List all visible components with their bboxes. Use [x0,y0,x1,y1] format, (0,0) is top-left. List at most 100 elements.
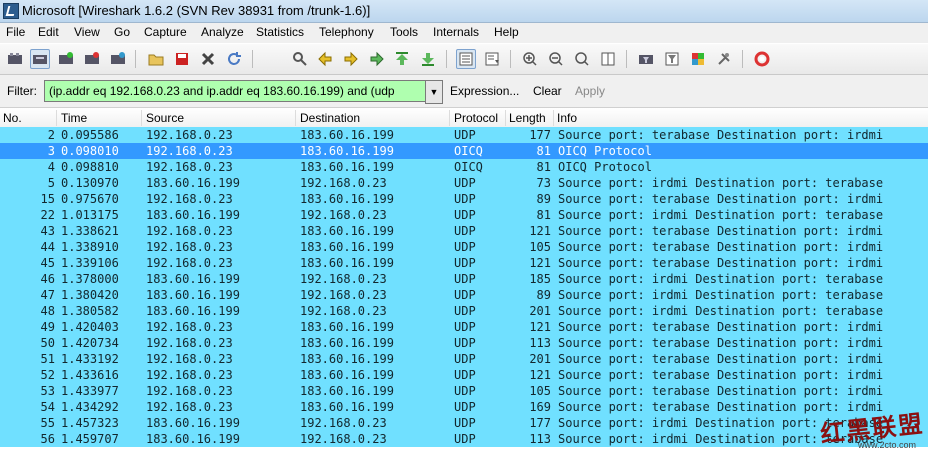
packet-row[interactable]: 52 1.433616 192.168.0.23 183.60.16.199 UDP 12… [0,367,928,383]
packet-row[interactable]: 49 1.420403 192.168.0.23 183.60.16.199 UDP 12… [0,319,928,335]
preferences-icon[interactable] [714,49,734,69]
colorize-icon[interactable] [456,49,476,69]
packet-protocol: UDP [454,336,476,350]
zoom-normal-icon[interactable] [572,49,592,69]
find-packet-icon[interactable] [290,49,310,69]
toolbar-separator [446,50,447,68]
menu-analyze[interactable]: Analyze [201,25,244,39]
column-header-length[interactable]: Length [509,111,546,125]
menu-capture[interactable]: Capture [144,25,187,39]
packet-row[interactable]: 22 1.013175 183.60.16.199 192.168.0.23 UDP 81… [0,207,928,223]
column-header-protocol[interactable]: Protocol [454,111,498,125]
menu-help[interactable]: Help [494,25,519,39]
packet-protocol: UDP [454,256,476,270]
packet-destination: 183.60.16.199 [300,144,394,158]
packet-row[interactable]: 48 1.380582 183.60.16.199 192.168.0.23 UDP 20… [0,303,928,319]
open-file-icon[interactable] [146,49,166,69]
packet-number: 46 [40,272,55,286]
wireshark-app-icon [3,3,19,19]
expression-button[interactable]: Expression... [450,84,519,98]
packet-row[interactable]: 4 0.098810 192.168.0.23 183.60.16.199 OICQ 81… [0,159,928,175]
menu-statistics[interactable]: Statistics [256,25,304,39]
apply-button[interactable]: Apply [575,84,605,98]
packet-protocol: UDP [454,400,476,414]
packet-row[interactable]: 3 0.098010 192.168.0.23 183.60.16.199 OICQ 81… [0,143,928,159]
column-header-source[interactable]: Source [146,111,184,125]
menu-file[interactable]: File [6,25,25,39]
packet-info: OICQ Protocol [558,144,652,158]
save-file-icon[interactable] [172,49,192,69]
packet-row[interactable]: 56 1.459707 183.60.16.199 192.168.0.23 UDP 11… [0,431,928,447]
autoscroll-icon[interactable] [482,49,502,69]
packet-number: 45 [40,256,55,270]
column-divider[interactable] [141,110,142,126]
packet-row[interactable]: 54 1.434292 192.168.0.23 183.60.16.199 UDP 16… [0,399,928,415]
packet-length: 121 [529,256,551,270]
display-filters-icon[interactable] [662,49,682,69]
packet-destination: 183.60.16.199 [300,368,394,382]
column-divider[interactable] [553,110,554,126]
column-divider[interactable] [449,110,450,126]
coloring-rules-icon[interactable] [688,49,708,69]
filter-toolbar: Filter: (ip.addr eq 192.168.0.23 and ip.… [0,75,928,108]
filter-dropdown-button[interactable]: ▼ [425,80,443,104]
menu-tools[interactable]: Tools [390,25,418,39]
packet-row[interactable]: 47 1.380420 183.60.16.199 192.168.0.23 UDP 89… [0,287,928,303]
menu-telephony[interactable]: Telephony [319,25,374,39]
packet-list-header: No. Time Source Destination Protocol Len… [0,108,928,128]
go-forward-icon[interactable] [341,49,361,69]
packet-row[interactable]: 50 1.420734 192.168.0.23 183.60.16.199 UDP 11… [0,335,928,351]
menu-go[interactable]: Go [114,25,130,39]
filter-input[interactable]: (ip.addr eq 192.168.0.23 and ip.addr eq … [44,80,430,102]
stop-capture-icon[interactable] [82,49,102,69]
packet-row[interactable]: 45 1.339106 192.168.0.23 183.60.16.199 UDP 12… [0,255,928,271]
go-to-packet-icon[interactable] [367,49,387,69]
packet-source: 192.168.0.23 [146,352,233,366]
menu-view[interactable]: View [74,25,100,39]
packet-length: 169 [529,400,551,414]
packet-source: 192.168.0.23 [146,384,233,398]
column-header-destination[interactable]: Destination [300,111,360,125]
go-back-icon[interactable] [315,49,335,69]
menu-internals[interactable]: Internals [433,25,479,39]
restart-capture-icon[interactable] [108,49,128,69]
zoom-out-icon[interactable] [546,49,566,69]
go-first-icon[interactable] [392,49,412,69]
packet-row[interactable]: 5 0.130970 183.60.16.199 192.168.0.23 UDP 73 S… [0,175,928,191]
menu-edit[interactable]: Edit [38,25,59,39]
packet-destination: 183.60.16.199 [300,256,394,270]
packet-time: 0.975670 [61,192,119,206]
help-icon[interactable] [752,49,772,69]
packet-row[interactable]: 46 1.378000 183.60.16.199 192.168.0.23 UDP 18… [0,271,928,287]
packet-time: 1.338621 [61,224,119,238]
clear-button[interactable]: Clear [533,84,562,98]
column-divider[interactable] [505,110,506,126]
capture-filters-icon[interactable] [636,49,656,69]
column-header-info[interactable]: Info [557,111,577,125]
column-divider[interactable] [295,110,296,126]
reload-icon[interactable] [224,49,244,69]
packet-row[interactable]: 55 1.457323 183.60.16.199 192.168.0.23 UDP 17… [0,415,928,431]
toolbar-separator [135,50,136,68]
zoom-in-icon[interactable] [520,49,540,69]
column-header-time[interactable]: Time [61,111,87,125]
resize-columns-icon[interactable] [598,49,618,69]
column-divider[interactable] [56,110,57,126]
go-last-icon[interactable] [418,49,438,69]
packet-info: Source port: irdmi Destination port: ter… [558,304,884,318]
capture-options-icon[interactable] [30,49,50,69]
packet-row[interactable]: 43 1.338621 192.168.0.23 183.60.16.199 UDP 12… [0,223,928,239]
column-header-no[interactable]: No. [3,111,22,125]
packet-length: 105 [529,384,551,398]
packet-row[interactable]: 51 1.433192 192.168.0.23 183.60.16.199 UDP 20… [0,351,928,367]
packet-row[interactable]: 2 0.095586 192.168.0.23 183.60.16.199 UDP 177… [0,127,928,143]
packet-protocol: UDP [454,224,476,238]
start-capture-icon[interactable] [56,49,76,69]
packet-row[interactable]: 53 1.433977 192.168.0.23 183.60.16.199 UDP 10… [0,383,928,399]
packet-protocol: UDP [454,128,476,142]
packet-row[interactable]: 15 0.975670 192.168.0.23 183.60.16.199 UDP 89… [0,191,928,207]
close-file-icon[interactable] [198,49,218,69]
packet-row[interactable]: 44 1.338910 192.168.0.23 183.60.16.199 UDP 10… [0,239,928,255]
packet-time: 1.378000 [61,272,119,286]
interface-list-icon[interactable] [5,49,25,69]
